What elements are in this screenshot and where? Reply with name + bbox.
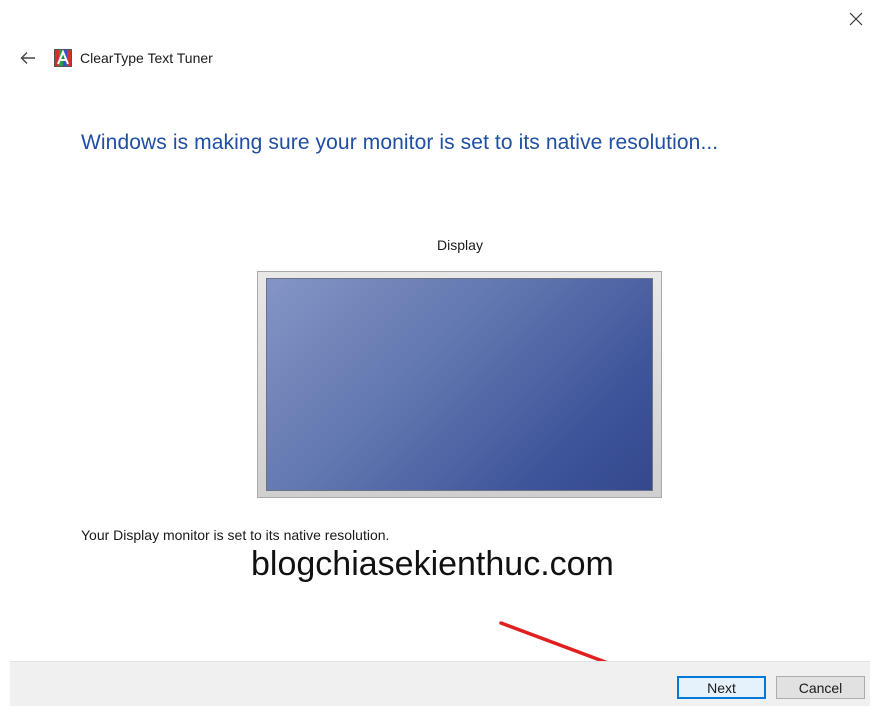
close-icon: [849, 12, 863, 26]
next-button[interactable]: Next: [677, 676, 766, 699]
watermark-text: blogchiasekienthuc.com: [251, 545, 614, 583]
title-bar: ClearType Text Tuner: [14, 44, 213, 72]
page-heading: Windows is making sure your monitor is s…: [81, 131, 719, 154]
monitor-screen: [266, 278, 653, 491]
cancel-button[interactable]: Cancel: [776, 676, 865, 699]
cleartype-window: ClearType Text Tuner Windows is making s…: [0, 0, 870, 706]
app-title: ClearType Text Tuner: [80, 50, 213, 66]
monitor-image: [257, 271, 662, 498]
display-label: Display: [437, 237, 483, 253]
back-arrow-icon: [20, 52, 35, 64]
button-bar: Next Cancel: [10, 661, 870, 706]
close-button[interactable]: [842, 6, 870, 32]
back-button[interactable]: [14, 44, 42, 72]
cleartype-app-icon: [54, 49, 72, 67]
status-text: Your Display monitor is set to its nativ…: [81, 527, 390, 543]
